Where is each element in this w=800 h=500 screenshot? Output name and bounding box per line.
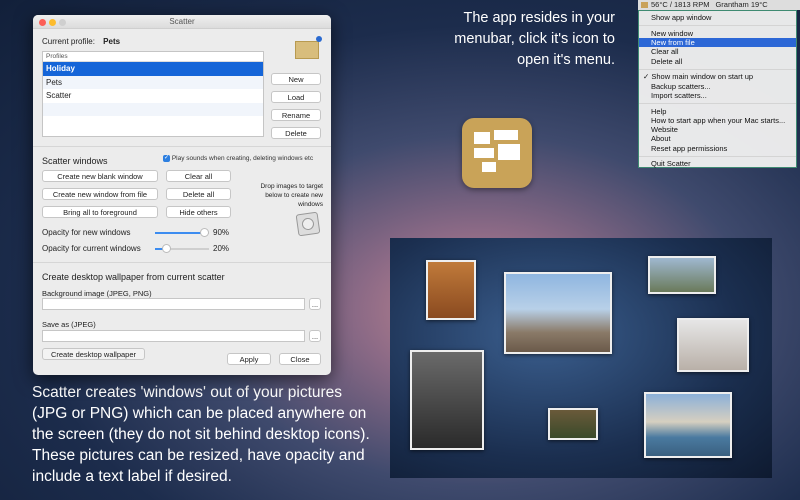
play-sounds-checkbox[interactable]: ✓ [163, 155, 170, 162]
menu-item[interactable]: Delete all [639, 57, 796, 66]
hide-others-button[interactable]: Hide others [166, 206, 231, 218]
menu-item[interactable]: How to start app when your Mac starts... [639, 116, 796, 125]
rename-profile-button[interactable]: Rename [271, 109, 321, 121]
app-icon-large [462, 118, 532, 188]
menu-item[interactable]: Show app window [639, 13, 796, 22]
wallpaper-heading: Create desktop wallpaper from current sc… [42, 272, 225, 282]
menu-item[interactable]: Quit Scatter [639, 159, 796, 168]
menu-item[interactable]: Backup scatters... [639, 82, 796, 91]
profiles-list[interactable]: Profiles Holiday Pets Scatter [42, 51, 264, 137]
feature-caption: Scatter creates 'windows' out of your pi… [32, 384, 370, 485]
opacity-current-slider[interactable] [155, 244, 209, 253]
save-as-label: Save as (JPEG) [42, 320, 96, 329]
clear-all-button[interactable]: Clear all [166, 170, 231, 182]
minimize-window-button[interactable] [49, 18, 56, 26]
photo-hand [677, 318, 749, 372]
delete-profile-button[interactable]: Delete [271, 127, 321, 139]
profiles-header: Profiles [43, 52, 263, 62]
app-logo-icon [295, 36, 322, 59]
menubar-app-icon[interactable] [641, 2, 648, 9]
menu-separator [639, 155, 796, 157]
photo-clocktower [504, 272, 612, 354]
menu-item[interactable]: Reset app permissions [639, 144, 796, 153]
background-image-label: Background image (JPEG, PNG) [42, 289, 152, 298]
drop-hint: Drop images to target below to create ne… [260, 183, 323, 208]
menu-separator [639, 68, 796, 70]
close-window-button[interactable] [39, 18, 46, 26]
opacity-current-label: Opacity for current windows [42, 244, 141, 253]
create-blank-window-button[interactable]: Create new blank window [42, 170, 158, 182]
window-title: Scatter [169, 17, 195, 26]
photo-beach [644, 392, 732, 458]
scatter-windows-heading: Scatter windows [42, 156, 108, 166]
scatter-preview [390, 238, 772, 478]
menu-item[interactable]: New window [639, 29, 796, 38]
cpu-status[interactable]: 56°C / 1813 RPM [651, 0, 709, 9]
background-image-input[interactable] [42, 298, 305, 310]
browse-save-button[interactable]: ... [309, 330, 321, 342]
menu-item[interactable]: About [639, 134, 796, 143]
play-sounds-label: Play sounds when creating, deleting wind… [171, 155, 314, 163]
current-profile-label: Current profile: [42, 37, 95, 46]
browse-background-button[interactable]: ... [309, 298, 321, 310]
scatter-window: Scatter Current profile: Pets Profiles H… [33, 15, 331, 375]
current-profile-value: Pets [103, 37, 121, 46]
close-button[interactable]: Close [279, 353, 321, 365]
drop-target-icon[interactable] [295, 211, 321, 237]
menubar: 56°C / 1813 RPM Grantham 19°C [638, 0, 800, 10]
photo-crowd [648, 256, 716, 294]
menubar-caption: The app resides in your menubar, click i… [454, 10, 615, 68]
profile-item[interactable]: Holiday [43, 62, 263, 76]
photo-small [548, 408, 598, 440]
menu-item[interactable]: Import scatters... [639, 91, 796, 100]
create-window-from-file-button[interactable]: Create new window from file [42, 188, 158, 200]
menu-separator [639, 24, 796, 26]
photo-scooter [410, 350, 484, 450]
weather-status[interactable]: Grantham 19°C [715, 0, 767, 9]
apply-button[interactable]: Apply [227, 353, 271, 365]
opacity-new-slider[interactable] [155, 228, 209, 237]
opacity-new-label: Opacity for new windows [42, 228, 131, 237]
delete-all-button[interactable]: Delete all [166, 188, 231, 200]
menu-item[interactable]: Website [639, 125, 796, 134]
title-bar[interactable]: Scatter [33, 15, 331, 29]
menu-item[interactable]: ✓ Show main window on start up [639, 72, 796, 81]
create-wallpaper-button[interactable]: Create desktop wallpaper [42, 348, 145, 360]
load-profile-button[interactable]: Load [271, 91, 321, 103]
zoom-window-button[interactable] [59, 18, 66, 26]
opacity-new-value: 90% [213, 228, 230, 237]
menu-item[interactable]: Clear all [639, 47, 796, 56]
save-as-input[interactable] [42, 330, 305, 342]
app-menu: Show app window New window New from file Cl… [638, 10, 797, 168]
bring-all-foreground-button[interactable]: Bring all to foreground [42, 206, 158, 218]
photo-dinosaur [426, 260, 476, 320]
profile-item[interactable]: Scatter [43, 89, 263, 103]
opacity-current-value: 20% [213, 244, 230, 253]
menu-separator [639, 102, 796, 104]
menu-item[interactable]: Help [639, 107, 796, 116]
new-profile-button[interactable]: New [271, 73, 321, 85]
profile-item[interactable]: Pets [43, 75, 263, 89]
menu-item[interactable]: New from file [639, 37, 796, 48]
